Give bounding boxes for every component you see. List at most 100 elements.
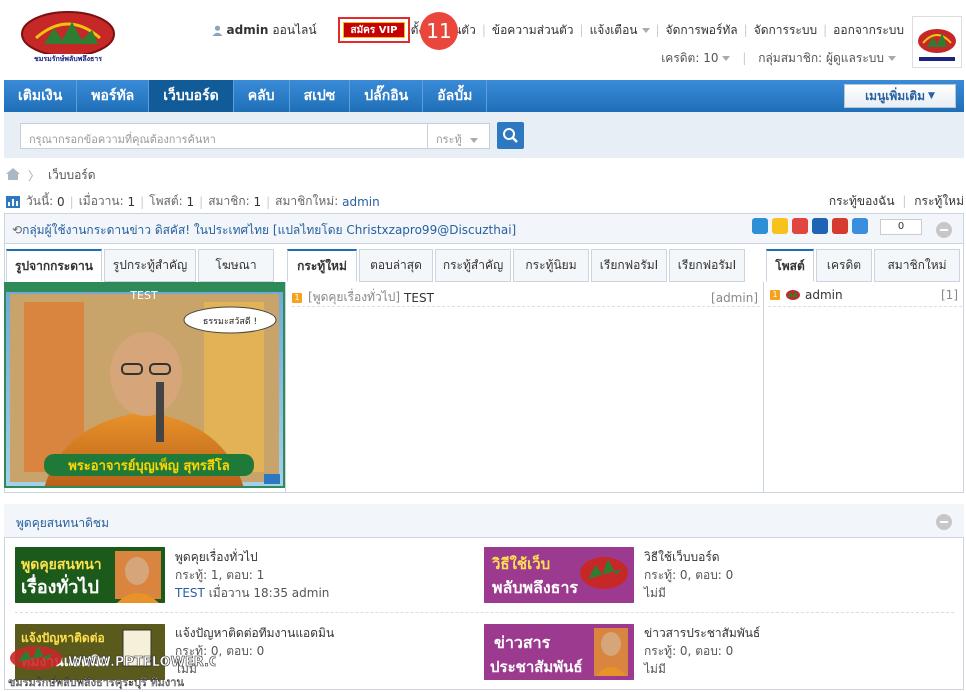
rank-badge: 1 [770,290,780,300]
avatar[interactable] [912,16,962,68]
share-icons [752,218,868,234]
tab-latest-replies[interactable]: ตอบล่าสุด [359,249,433,282]
svg-text:พูดคุยสนทนา: พูดคุยสนทนา [21,557,102,573]
search-input[interactable]: กรุณากรอกข้อความที่คุณต้องการค้นหา [20,123,428,149]
chevron-down-icon [641,27,650,33]
share-renren-icon[interactable] [812,218,828,234]
thread-forum: [พูดคุยเรื่องทั่วไป] [308,290,401,304]
tab-popular-threads[interactable]: กระทู้นิยม [513,249,589,282]
site-logo[interactable]: ชมรมรักษ์พลับพลึงธาร [14,6,122,64]
search-icon [503,128,518,143]
search-button[interactable] [497,122,524,149]
share-star-icon[interactable] [772,218,788,234]
forum-category-header [4,504,964,538]
forum-icon-news[interactable]: ข่าวสาร ประชาสัมพันธ์ [484,624,634,680]
triangle-down-icon: ▼ [928,91,935,101]
ranking-panel [763,282,964,493]
forum-name[interactable]: พูดคุยเรื่องทั่วไป [175,548,329,566]
nav-space[interactable]: สเปซ [290,80,351,112]
tab-credits[interactable]: เครดิต [816,249,872,282]
member-name[interactable]: admin [805,288,843,302]
list-item[interactable]: 1 [พูดคุยเรื่องทั่วไป] TEST [admin] [292,288,758,307]
svg-text:พลับพลึงธาร: พลับพลึงธาร [492,578,578,597]
nav-portal[interactable]: พอร์ทัล [77,80,150,112]
tab-forum-call-2[interactable]: เรียกฟอรัมI [669,249,745,282]
share-qzone-icon[interactable] [752,218,768,234]
group-dropdown[interactable]: กลุ่มสมาชิก: ผู้ดูแลระบบ [758,51,896,65]
svg-text:ประชาสัมพันธ์: ประชาสัมพันธ์ [490,658,583,676]
image-caption: พระอาจารย์บุญเพ็ญ สุทรสีโล [68,456,230,474]
watermark-url: WWW.PPTFLOWER.COM [68,655,216,670]
forum-name[interactable]: ข่าวสารประชาสัมพันธ์ [644,624,760,642]
username-link[interactable]: admin [227,23,269,37]
forum-category-title[interactable]: พูดคุยสนทนาดิชม [16,514,109,533]
chevron-down-icon [888,56,896,61]
forum-name[interactable]: แจ้งปัญหาติดต่อทีมงานแอดมิน [175,624,334,642]
tab-important-images[interactable]: รูปกระทู้สำคัญ [104,249,196,282]
share-weibo-icon[interactable] [792,218,808,234]
home-icon[interactable] [6,168,20,183]
thread-author[interactable]: [admin] [711,291,758,305]
more-menu-button[interactable]: เมนูเพิ่มเติม ▼ [844,84,956,108]
collapse-icon[interactable] [936,514,952,530]
member-avatar-icon [786,289,800,301]
notifications-link[interactable]: แจ้งเตือน [590,21,650,40]
nav-album[interactable]: อัลบั้ม [423,80,488,112]
tab-new-members[interactable]: สมาชิกใหม่ [874,249,960,282]
logout-link[interactable]: ออกจากระบบ [833,21,904,40]
share-count: 0 [880,219,922,235]
forum-stats: กระทู้: 0, ตอบ: 0 [644,568,734,582]
watermark: WWW.PPTFLOWER.COM ชมรมรักษ์พลับพลึงธารคุ… [6,642,243,692]
thread-title[interactable]: TEST [404,291,434,305]
forum-icon-general[interactable]: พูดคุยสนทนา เรื่องทั่วไป [15,547,165,603]
showcase-image[interactable]: ธรรมะสวัสดี ! TEST พระอาจารย์บุญเพ็ญ สุท… [2,280,287,493]
newest-member-link[interactable]: admin [342,195,380,209]
share-more-icon[interactable] [852,218,868,234]
forum-name[interactable]: วิธีใช้เว็บบอร์ด [644,548,733,566]
last-post-meta: ไม่มี [644,662,666,676]
nav-plugin[interactable]: ปลั๊กอิน [350,80,424,112]
svg-text:ชมรมรักษ์พลับพลึงธาร: ชมรมรักษ์พลับพลึงธาร [34,54,102,63]
vip-signup-button[interactable]: สมัคร VIP [338,17,410,43]
breadcrumb-current: เว็บบอร์ด [48,168,96,182]
rank-badge: 1 [292,292,302,303]
forum-info: วิธีใช้เว็บบอร์ด กระทู้: 0, ตอบ: 0 ไม่มี [644,548,733,602]
watermark-text: ชมรมรักษ์พลับพลึงธารคุระบุรี ทีมงาน [8,676,184,689]
collapse-icon[interactable] [936,222,952,238]
image-title: TEST [129,289,158,302]
last-post-meta: เมื่อวาน 18:35 admin [208,586,330,600]
mid-tabs: กระทู้ใหม่ ตอบล่าสุด กระทู้สำคัญ กระทู้น… [287,249,745,282]
forum-stats: กระทู้: 0, ตอบ: 0 [644,644,734,658]
tab-important-threads[interactable]: กระทู้สำคัญ [435,249,511,282]
nav-forum[interactable]: เว็บบอร์ด [149,80,234,112]
notice-text[interactable]: ⟲กลุ่มผู้ใช้งานกระดานข่าว ดิสคัส! ในประเ… [12,221,516,240]
breadcrumb-separator: 〉 [28,169,41,183]
svg-text:วิธีใช้เว็บ: วิธีใช้เว็บ [491,554,550,573]
tab-forum-call-1[interactable]: เรียกฟอรัมI [591,249,667,282]
nav-topup[interactable]: เติมเงิน [4,80,78,112]
system-admin-link[interactable]: จัดการระบบ [754,21,817,40]
forum-info: ข่าวสารประชาสัมพันธ์ กระทู้: 0, ตอบ: 0 ไ… [644,624,760,678]
tab-board-images[interactable]: รูปจากกระดาน [6,249,102,282]
forum-icon-howto[interactable]: วิธีใช้เว็บ พลับพลึงธาร [484,547,634,603]
stats-icon [6,195,20,208]
nav-club[interactable]: คลับ [234,80,290,112]
portal-admin-link[interactable]: จัดการพอร์ทัล [666,21,738,40]
new-threads-link[interactable]: กระทู้ใหม่ [914,194,964,208]
last-post-link[interactable]: TEST [175,586,205,600]
tab-posts[interactable]: โพสต์ [766,249,814,282]
forum-info: พูดคุยเรื่องทั่วไป กระทู้: 1, ตอบ: 1 TES… [175,548,329,602]
online-status: ออนไลน์ [272,22,317,37]
my-threads-link[interactable]: กระทู้ของฉัน [829,194,895,208]
user-icon [212,25,223,36]
tab-ads[interactable]: โฆษณา [198,249,274,282]
breadcrumb: 〉 เว็บบอร์ด [6,166,96,185]
tab-new-threads[interactable]: กระทู้ใหม่ [287,249,357,282]
share-kaixin-icon[interactable] [832,218,848,234]
svg-text:เรื่องทั่วไป: เรื่องทั่วไป [21,574,99,598]
list-item[interactable]: 1 admin [1] [770,288,958,302]
thread-links: กระทู้ของฉัน | กระทู้ใหม่ [828,194,964,208]
credit-dropdown[interactable]: เครดิต: 10 [661,51,731,65]
search-scope-select[interactable]: กระทู้ [428,123,490,149]
messages-link[interactable]: ข้อความส่วนตัว [492,21,574,40]
